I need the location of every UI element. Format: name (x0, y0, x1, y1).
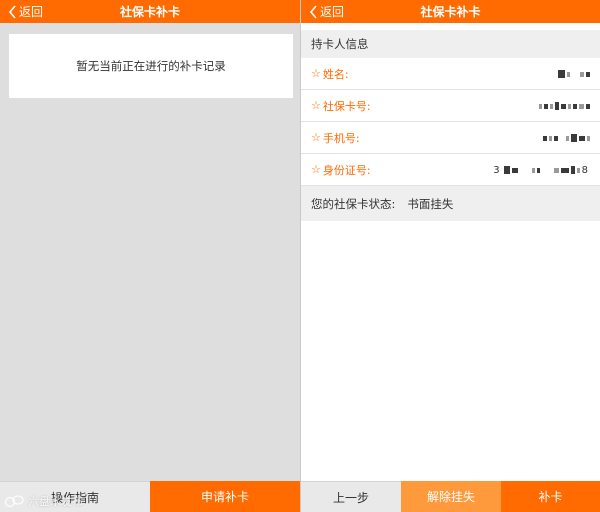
cancel-loss-report-button[interactable]: 解除挂失 (401, 481, 501, 512)
previous-step-button[interactable]: 上一步 (301, 481, 401, 512)
star-icon: ☆ (311, 163, 321, 176)
cardholder-info-header: 持卡人信息 (301, 30, 600, 58)
id-prefix: 3 (493, 164, 500, 176)
name-label: 姓名: (322, 67, 349, 81)
star-icon: ☆ (311, 67, 321, 80)
left-bottom-bar: 操作指南 申请补卡 (0, 481, 300, 512)
empty-record-card: 暂无当前正在进行的补卡记录 (9, 34, 293, 98)
right-navbar: 返回 社保卡补卡 (301, 0, 600, 23)
phone-value-masked (541, 133, 590, 143)
card-status-value: 书面挂失 (407, 196, 454, 211)
apply-reissue-button[interactable]: 申请补卡 (150, 481, 300, 512)
social-card-number-label: 社保卡号: (322, 99, 371, 113)
right-bottom-bar: 上一步 解除挂失 补卡 (301, 481, 600, 512)
right-screen: 返回 社保卡补卡 持卡人信息 ☆ 姓名: ☆ 社保卡号: ☆ 手机号: ☆ 身份… (301, 0, 600, 512)
card-status-row: 您的社保卡状态: 书面挂失 (301, 186, 600, 221)
phone-label: 手机号: (322, 131, 360, 145)
star-icon: ☆ (311, 99, 321, 112)
left-screen: 返回 社保卡补卡 暂无当前正在进行的补卡记录 操作指南 申请补卡 六盘水发布 (0, 0, 300, 512)
name-value-masked (556, 69, 590, 79)
social-card-number-masked (537, 101, 590, 111)
empty-message: 暂无当前正在进行的补卡记录 (76, 59, 226, 73)
phone-row: ☆ 手机号: (301, 122, 600, 154)
social-card-number-row: ☆ 社保卡号: (301, 90, 600, 122)
star-icon: ☆ (311, 131, 321, 144)
name-row: ☆ 姓名: (301, 58, 600, 90)
id-number-row: ☆ 身份证号: 3 8 (301, 154, 600, 186)
card-status-label: 您的社保卡状态: (311, 196, 396, 211)
reissue-card-button[interactable]: 补卡 (501, 481, 600, 512)
id-number-label: 身份证号: (322, 163, 371, 177)
left-navbar: 返回 社保卡补卡 (0, 0, 300, 23)
page-title: 社保卡补卡 (420, 5, 481, 19)
operation-guide-button[interactable]: 操作指南 (0, 481, 150, 512)
id-number-value-masked: 3 8 (491, 164, 590, 176)
page-title: 社保卡补卡 (119, 5, 180, 19)
id-suffix: 8 (581, 164, 588, 176)
